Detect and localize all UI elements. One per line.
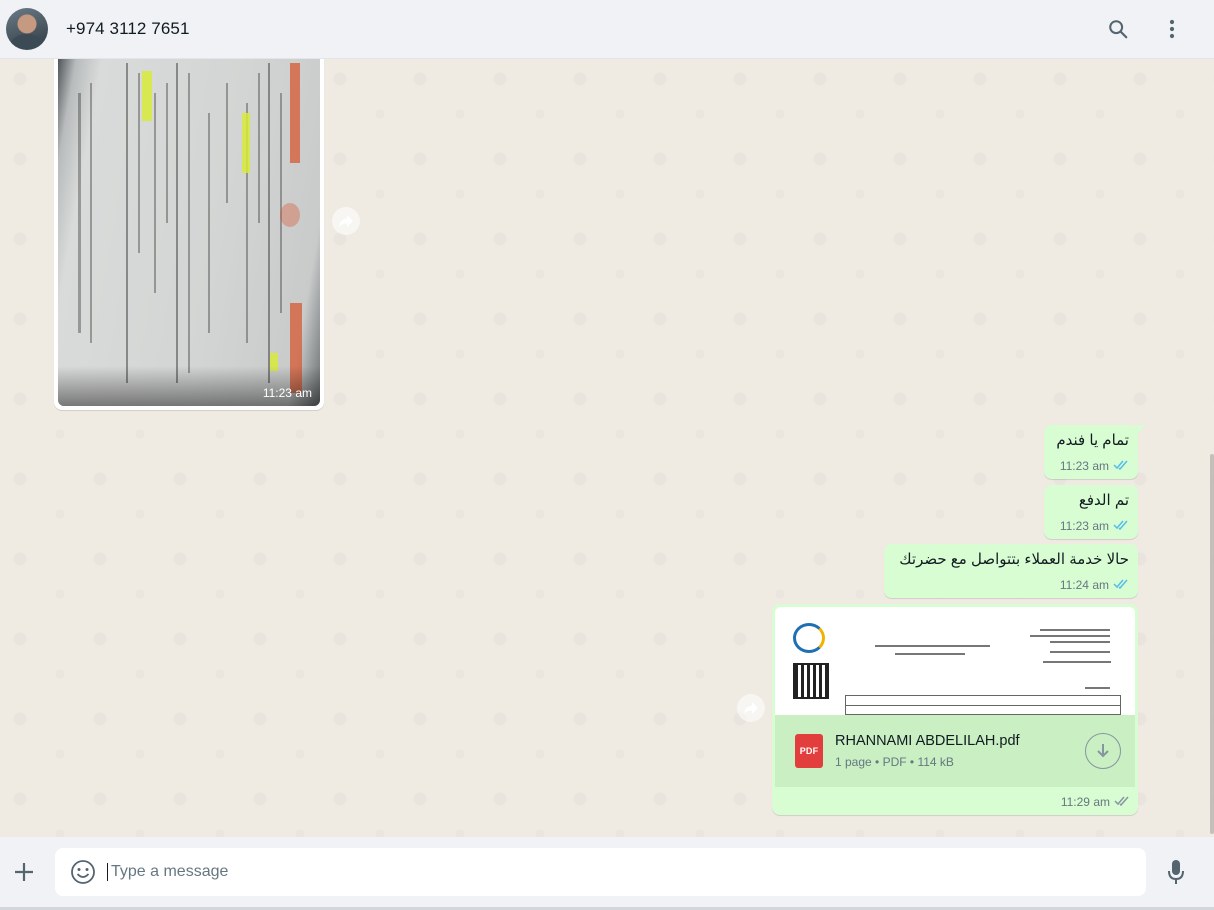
document-info: RHANNAMI ABDELILAH.pdf 1 page • PDF • 11… <box>835 733 1085 769</box>
document-card[interactable]: PDF RHANNAMI ABDELILAH.pdf 1 page • PDF … <box>775 715 1135 787</box>
more-vertical-icon[interactable] <box>1156 13 1188 45</box>
outgoing-message[interactable]: تم الدفع 11:23 am <box>1044 485 1138 539</box>
message-text: تم الدفع <box>1078 492 1129 509</box>
message-meta: 11:23 am <box>1053 519 1129 533</box>
message-time: 11:23 am <box>1059 519 1109 533</box>
bubble-tail <box>1137 425 1145 435</box>
preview-logo-icon <box>793 623 825 653</box>
scrollbar[interactable] <box>1210 59 1214 837</box>
document-preview[interactable] <box>775 607 1135 715</box>
message-meta: 11:24 am <box>893 578 1129 592</box>
qr-code-icon <box>793 663 829 699</box>
composer-bar <box>0 837 1214 907</box>
read-ticks-icon <box>1113 578 1129 592</box>
document-name: RHANNAMI ABDELILAH.pdf <box>835 733 1020 749</box>
message-time: 11:23 am <box>1059 459 1109 473</box>
scroll-thumb[interactable] <box>1210 454 1214 834</box>
delivered-ticks-icon <box>1114 795 1130 809</box>
message-time: 11:23 am <box>262 386 312 400</box>
document-details: 1 page • PDF • 114 kB <box>835 755 954 769</box>
voice-message-button[interactable] <box>1162 858 1190 886</box>
header-actions <box>1102 13 1210 45</box>
outgoing-document-message[interactable]: PDF RHANNAMI ABDELILAH.pdf 1 page • PDF … <box>772 604 1138 815</box>
message-input[interactable] <box>107 863 1087 881</box>
message-input-box[interactable] <box>55 848 1146 896</box>
message-meta: 11:29 am <box>1061 795 1130 809</box>
chat-header: +974 3112 7651 <box>0 0 1214 59</box>
contact-name[interactable]: +974 3112 7651 <box>66 19 190 39</box>
microphone-icon <box>1168 860 1184 884</box>
message-time: 11:29 am <box>1060 795 1110 809</box>
contact-avatar[interactable] <box>6 8 48 50</box>
emoji-button[interactable] <box>69 858 97 886</box>
search-icon[interactable] <box>1102 13 1134 45</box>
message-list[interactable]: 11:23 am تمام يا فندم 11:23 am تم الدفع … <box>0 59 1214 837</box>
download-button[interactable] <box>1085 733 1121 769</box>
emoji-icon <box>71 860 95 884</box>
attach-button[interactable] <box>0 848 48 896</box>
forward-image-button[interactable] <box>332 207 360 235</box>
preview-table <box>845 695 1121 715</box>
read-ticks-icon <box>1113 459 1129 473</box>
outgoing-message[interactable]: تمام يا فندم 11:23 am <box>1044 425 1145 479</box>
outgoing-message[interactable]: حالا خدمة العملاء بتتواصل مع حضرتك 11:24… <box>884 544 1138 598</box>
incoming-image-message[interactable]: 11:23 am <box>54 59 324 410</box>
message-time: 11:24 am <box>1059 578 1109 592</box>
forward-document-button[interactable] <box>737 694 765 722</box>
message-text: حالا خدمة العملاء بتتواصل مع حضرتك <box>899 551 1129 568</box>
message-meta: 11:23 am <box>1053 459 1129 473</box>
download-arrow-icon <box>1097 744 1109 758</box>
plus-icon <box>15 863 33 881</box>
message-text: تمام يا فندم <box>1056 432 1129 449</box>
receipt-photo[interactable]: 11:23 am <box>58 59 320 406</box>
pdf-file-icon: PDF <box>795 734 823 768</box>
read-ticks-icon <box>1113 519 1129 533</box>
